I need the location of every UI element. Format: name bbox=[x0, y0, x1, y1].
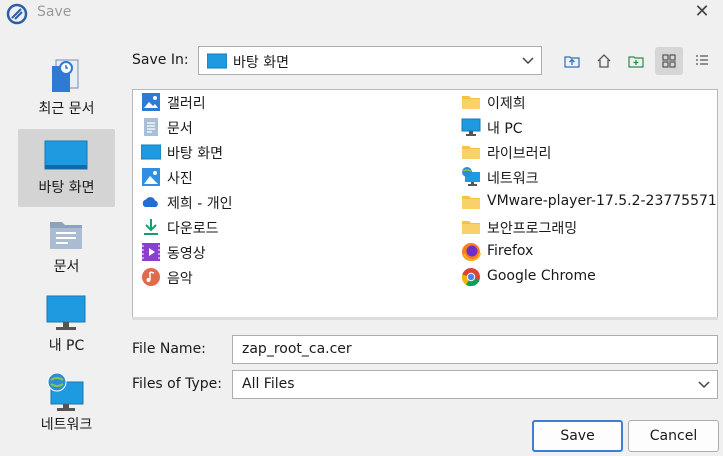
list-item-label: 이제희 bbox=[487, 96, 526, 112]
file-list[interactable]: 갤러리 문서 바탕 화면 사진 제희 - 개인 다운로드 동영상 음악 이제희 … bbox=[132, 89, 718, 319]
desktop-icon bbox=[206, 53, 228, 69]
save-in-dropdown[interactable]: 바탕 화면 bbox=[198, 46, 542, 75]
file-type-value: All Files bbox=[242, 376, 295, 392]
list-item-label: 라이브러리 bbox=[487, 146, 552, 162]
desktop-icon bbox=[42, 135, 90, 175]
list-item-label: VMware-player-17.5.2-23775571.exe bbox=[487, 193, 717, 209]
up-folder-button[interactable] bbox=[558, 47, 586, 75]
firefox-icon bbox=[461, 242, 481, 262]
list-item-label: 보안프로그래밍 bbox=[487, 221, 578, 237]
list-item-label: 사진 bbox=[167, 171, 193, 187]
download-icon bbox=[141, 217, 161, 237]
sidebar-item-documents[interactable]: 문서 bbox=[18, 208, 115, 286]
recent-documents-icon bbox=[42, 56, 90, 96]
sidebar-item-label: 문서 bbox=[53, 259, 80, 275]
gallery-icon bbox=[141, 92, 161, 112]
file-name-label: File Name: bbox=[132, 341, 206, 357]
network-icon bbox=[42, 372, 90, 412]
sidebar-item-label: 내 PC bbox=[48, 338, 85, 354]
chrome-icon bbox=[461, 267, 481, 287]
list-item-label: 내 PC bbox=[487, 121, 523, 137]
sidebar-item-label: 최근 문서 bbox=[38, 101, 95, 117]
horizontal-scrollbar[interactable] bbox=[132, 317, 718, 320]
sidebar-item-network[interactable]: 네트워크 bbox=[18, 366, 115, 444]
list-item-label: 바탕 화면 bbox=[167, 146, 223, 162]
folder-icon bbox=[461, 217, 481, 237]
file-name-value: zap_root_ca.cer bbox=[242, 341, 352, 357]
save-button[interactable]: Save bbox=[532, 420, 623, 452]
network-icon bbox=[461, 167, 481, 187]
file-name-field[interactable]: zap_root_ca.cer bbox=[232, 335, 718, 364]
music-icon bbox=[141, 267, 161, 287]
list-item-label: 문서 bbox=[167, 121, 193, 137]
sidebar-item-desktop[interactable]: 바탕 화면 bbox=[18, 129, 115, 207]
this-pc-icon bbox=[42, 293, 90, 333]
new-folder-icon bbox=[628, 56, 644, 68]
list-item-label: 다운로드 bbox=[167, 221, 219, 237]
title-bar: Save ✕ bbox=[0, 0, 723, 28]
sidebar-item-this-pc[interactable]: 내 PC bbox=[18, 287, 115, 365]
list-item-label: 동영상 bbox=[167, 246, 206, 262]
sidebar-item-label: 네트워크 bbox=[40, 417, 93, 433]
onedrive-cloud-icon bbox=[141, 192, 161, 212]
file-type-label: Files of Type: bbox=[132, 376, 222, 392]
save-in-value: 바탕 화면 bbox=[233, 55, 289, 71]
sidebar-item-label: 바탕 화면 bbox=[38, 180, 95, 196]
chevron-down-icon bbox=[697, 378, 711, 392]
save-in-label: Save In: bbox=[132, 52, 189, 68]
list-item-label: 갤러리 bbox=[167, 96, 206, 112]
list-view-button[interactable] bbox=[655, 47, 683, 75]
file-type-dropdown[interactable]: All Files bbox=[232, 370, 718, 399]
new-folder-button[interactable] bbox=[622, 47, 650, 75]
folder-icon bbox=[461, 92, 481, 112]
list-item-label: Google Chrome bbox=[487, 268, 596, 284]
folder-icon bbox=[461, 142, 481, 162]
pictures-icon bbox=[141, 167, 161, 187]
app-logo-icon bbox=[6, 3, 28, 25]
this-pc-icon bbox=[461, 117, 481, 137]
documents-icon bbox=[42, 214, 90, 254]
list-item-label: 네트워크 bbox=[487, 171, 539, 187]
home-button[interactable] bbox=[590, 47, 618, 75]
up-folder-icon bbox=[564, 56, 580, 68]
list-item-label: Firefox bbox=[487, 243, 534, 259]
sidebar-item-recent[interactable]: 최근 문서 bbox=[18, 50, 115, 128]
home-icon bbox=[597, 54, 611, 68]
window-title: Save bbox=[37, 4, 72, 20]
list-view-icon bbox=[662, 54, 676, 68]
details-view-button[interactable] bbox=[688, 47, 716, 75]
details-view-icon bbox=[696, 55, 708, 65]
video-icon bbox=[141, 242, 161, 262]
desktop-icon bbox=[140, 142, 162, 162]
close-icon[interactable]: ✕ bbox=[692, 2, 712, 22]
places-sidebar: 최근 문서 바탕 화면 문서 내 PC 네트워크 bbox=[18, 50, 115, 450]
chevron-down-icon bbox=[521, 54, 535, 68]
folder-icon bbox=[461, 192, 481, 212]
document-icon bbox=[141, 117, 161, 137]
list-item-label: 제희 - 개인 bbox=[167, 196, 233, 212]
cancel-button[interactable]: Cancel bbox=[628, 420, 719, 452]
list-item-label: 음악 bbox=[167, 271, 193, 287]
